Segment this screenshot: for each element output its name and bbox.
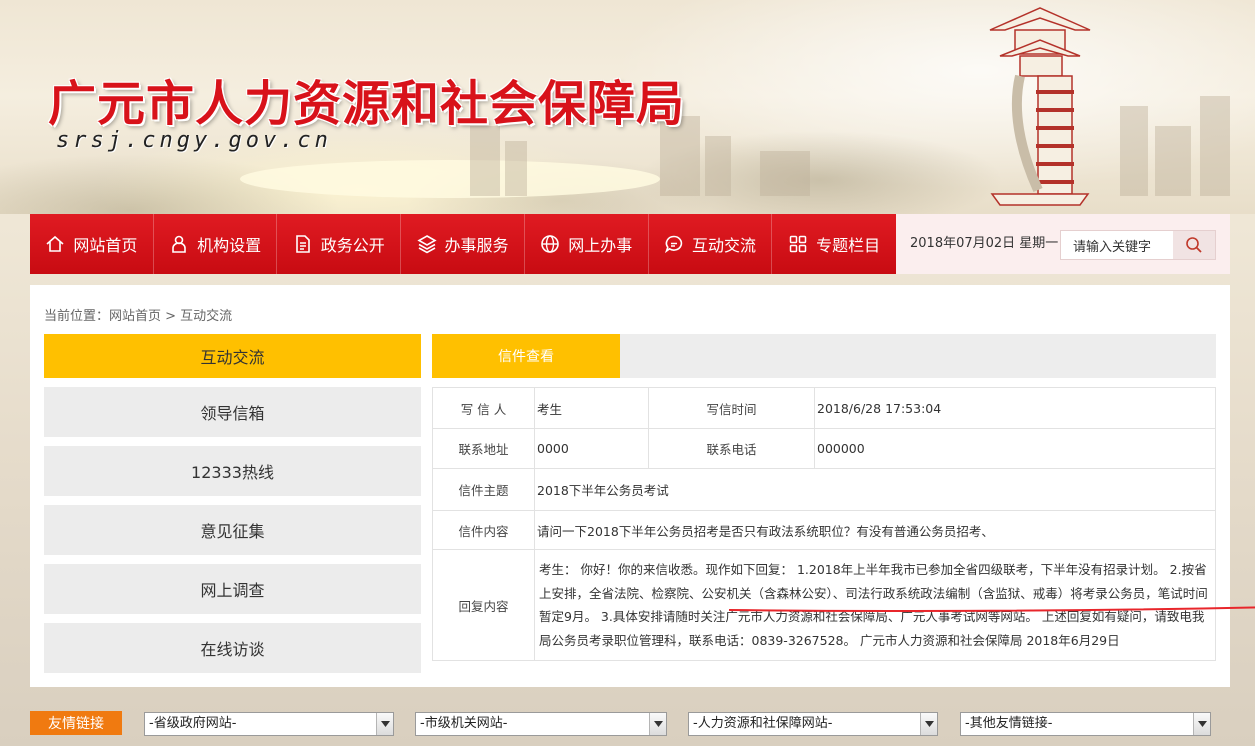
red-arrow-annotation [728,606,1255,612]
select-value: -人力资源和社保障网站- [693,716,833,731]
hr-social-security-sites-select[interactable]: -人力资源和社保障网站- [688,712,938,736]
body-value: 请问一下2018下半年公务员招考是否只有政法系统职位？有没有普通公务员招考、 [534,510,1216,550]
nav-item-topics[interactable]: 专题栏目 [772,214,896,274]
writer-value: 考生 [534,387,649,429]
table-row: 信件内容 请问一下2018下半年公务员招考是否只有政法系统职位？有没有普通公务员… [432,510,1216,550]
writer-label: 写 信 人 [432,387,535,429]
friendly-links-label: 友情链接 [30,711,122,735]
nav-item-label: 机构设置 [197,236,262,255]
grid-icon [789,235,807,253]
tab-view-letter[interactable]: 信件查看 [432,334,620,378]
table-row: 联系地址 0000 联系电话 000000 [432,428,1216,469]
banner-building [760,151,810,196]
pagoda-tower-image [989,7,1091,206]
nav-item-online-services[interactable]: 网上办事 [525,214,649,274]
nav-item-label: 专题栏目 [816,236,881,255]
nav-item-services[interactable]: 办事服务 [401,214,525,274]
chat-icon [664,235,683,254]
banner-building [1120,106,1148,196]
address-label: 联系地址 [432,428,535,469]
site-url: srsj.cngy.gov.cn [56,128,332,153]
globe-icon [541,235,560,253]
main-nav: 网站首页 机构设置 政务公开 办事服务 网上办事 互动交流 专题栏目 2018年… [30,214,1230,274]
banner-building [1200,96,1230,196]
body-label: 信件内容 [432,510,535,550]
select-value: -市级机关网站- [420,716,508,731]
table-row: 写 信 人 考生 写信时间 2018/6/28 17:53:04 [432,387,1216,429]
provincial-sites-select[interactable]: -省级政府网站- [144,712,394,736]
nav-item-label: 网站首页 [73,236,138,255]
subject-value: 2018下半年公务员考试 [534,468,1216,511]
sidebar-item-online-survey[interactable]: 网上调查 [44,564,421,614]
main-panel: 当前位置：网站首页 > 互动交流 互动交流 领导信箱 12333热线 意见征集 … [30,285,1255,687]
reply-cell: 考生： 你好！你的来信收悉。现作如下回复： 1.2018年上半年我市已参加全省四… [534,549,1255,661]
chevron-down-icon [376,713,393,735]
time-value: 2018/6/28 17:53:04 [814,387,1216,429]
phone-value: 000000 [814,428,1216,469]
search-box [1060,230,1216,260]
chevron-down-icon [920,713,937,735]
nav-item-interaction[interactable]: 互动交流 [649,214,773,274]
search-button[interactable] [1173,231,1215,259]
banner-building [705,136,731,196]
phone-label: 联系电话 [648,428,815,469]
address-value: 0000 [534,428,649,469]
banner-building [1155,126,1191,196]
nav-item-label: 办事服务 [444,236,509,255]
layers-icon [416,235,437,254]
subject-label: 信件主题 [432,468,535,511]
sidebar-item-leader-mailbox[interactable]: 领导信箱 [44,387,421,437]
sidebar-item-12333-hotline[interactable]: 12333热线 [44,446,421,496]
site-title: 广元市人力资源和社会保障局 [48,76,686,132]
search-input[interactable] [1061,231,1173,259]
current-date: 2018年07月02日 星期一 [910,236,1059,251]
header-banner: 广元市人力资源和社会保障局 srsj.cngy.gov.cn [0,0,1255,214]
nav-item-label: 网上办事 [568,236,633,255]
banner-river [240,160,660,198]
content-area: 信件查看 写 信 人 考生 写信时间 2018/6/28 17:53:04 联系… [432,334,1255,661]
friendly-links: 友情链接 -省级政府网站- -市级机关网站- -人力资源和社保障网站- -其他友… [30,711,1230,737]
banner-building [505,141,527,196]
nav-item-label: 政务公开 [320,236,385,255]
letter-table: 写 信 人 考生 写信时间 2018/6/28 17:53:04 联系地址 00… [432,387,1255,661]
home-icon [46,235,64,252]
select-value: -其他友情链接- [965,716,1053,731]
select-value: -省级政府网站- [149,716,237,731]
chevron-down-icon [649,713,666,735]
tab-bar: 信件查看 [432,334,1216,378]
reply-label: 回复内容 [432,549,535,661]
chevron-down-icon [1193,713,1210,735]
search-icon [1186,237,1202,253]
nav-menu: 网站首页 机构设置 政务公开 办事服务 网上办事 互动交流 专题栏目 [30,214,896,274]
other-links-select[interactable]: -其他友情链接- [960,712,1211,736]
nav-item-label: 互动交流 [691,236,756,255]
nav-item-government-affairs[interactable]: 政务公开 [277,214,402,274]
banner-building [470,126,500,196]
breadcrumb: 当前位置：网站首页 > 互动交流 [44,309,233,324]
sidebar-item-opinion-collection[interactable]: 意见征集 [44,505,421,555]
time-label: 写信时间 [648,387,815,429]
sidebar-title[interactable]: 互动交流 [44,334,421,378]
reply-value: 考生： 你好！你的来信收悉。现作如下回复： 1.2018年上半年我市已参加全省四… [537,556,1255,654]
document-icon [295,235,310,253]
municipal-sites-select[interactable]: -市级机关网站- [415,712,667,736]
table-row: 信件主题 2018下半年公务员考试 [432,468,1216,511]
table-row: 回复内容 考生： 你好！你的来信收悉。现作如下回复： 1.2018年上半年我市已… [432,549,1255,661]
user-icon [172,235,186,253]
sidebar: 互动交流 领导信箱 12333热线 意见征集 网上调查 在线访谈 [44,334,421,682]
nav-item-organization[interactable]: 机构设置 [154,214,278,274]
nav-item-home[interactable]: 网站首页 [30,214,154,274]
sidebar-item-online-interview[interactable]: 在线访谈 [44,623,421,673]
